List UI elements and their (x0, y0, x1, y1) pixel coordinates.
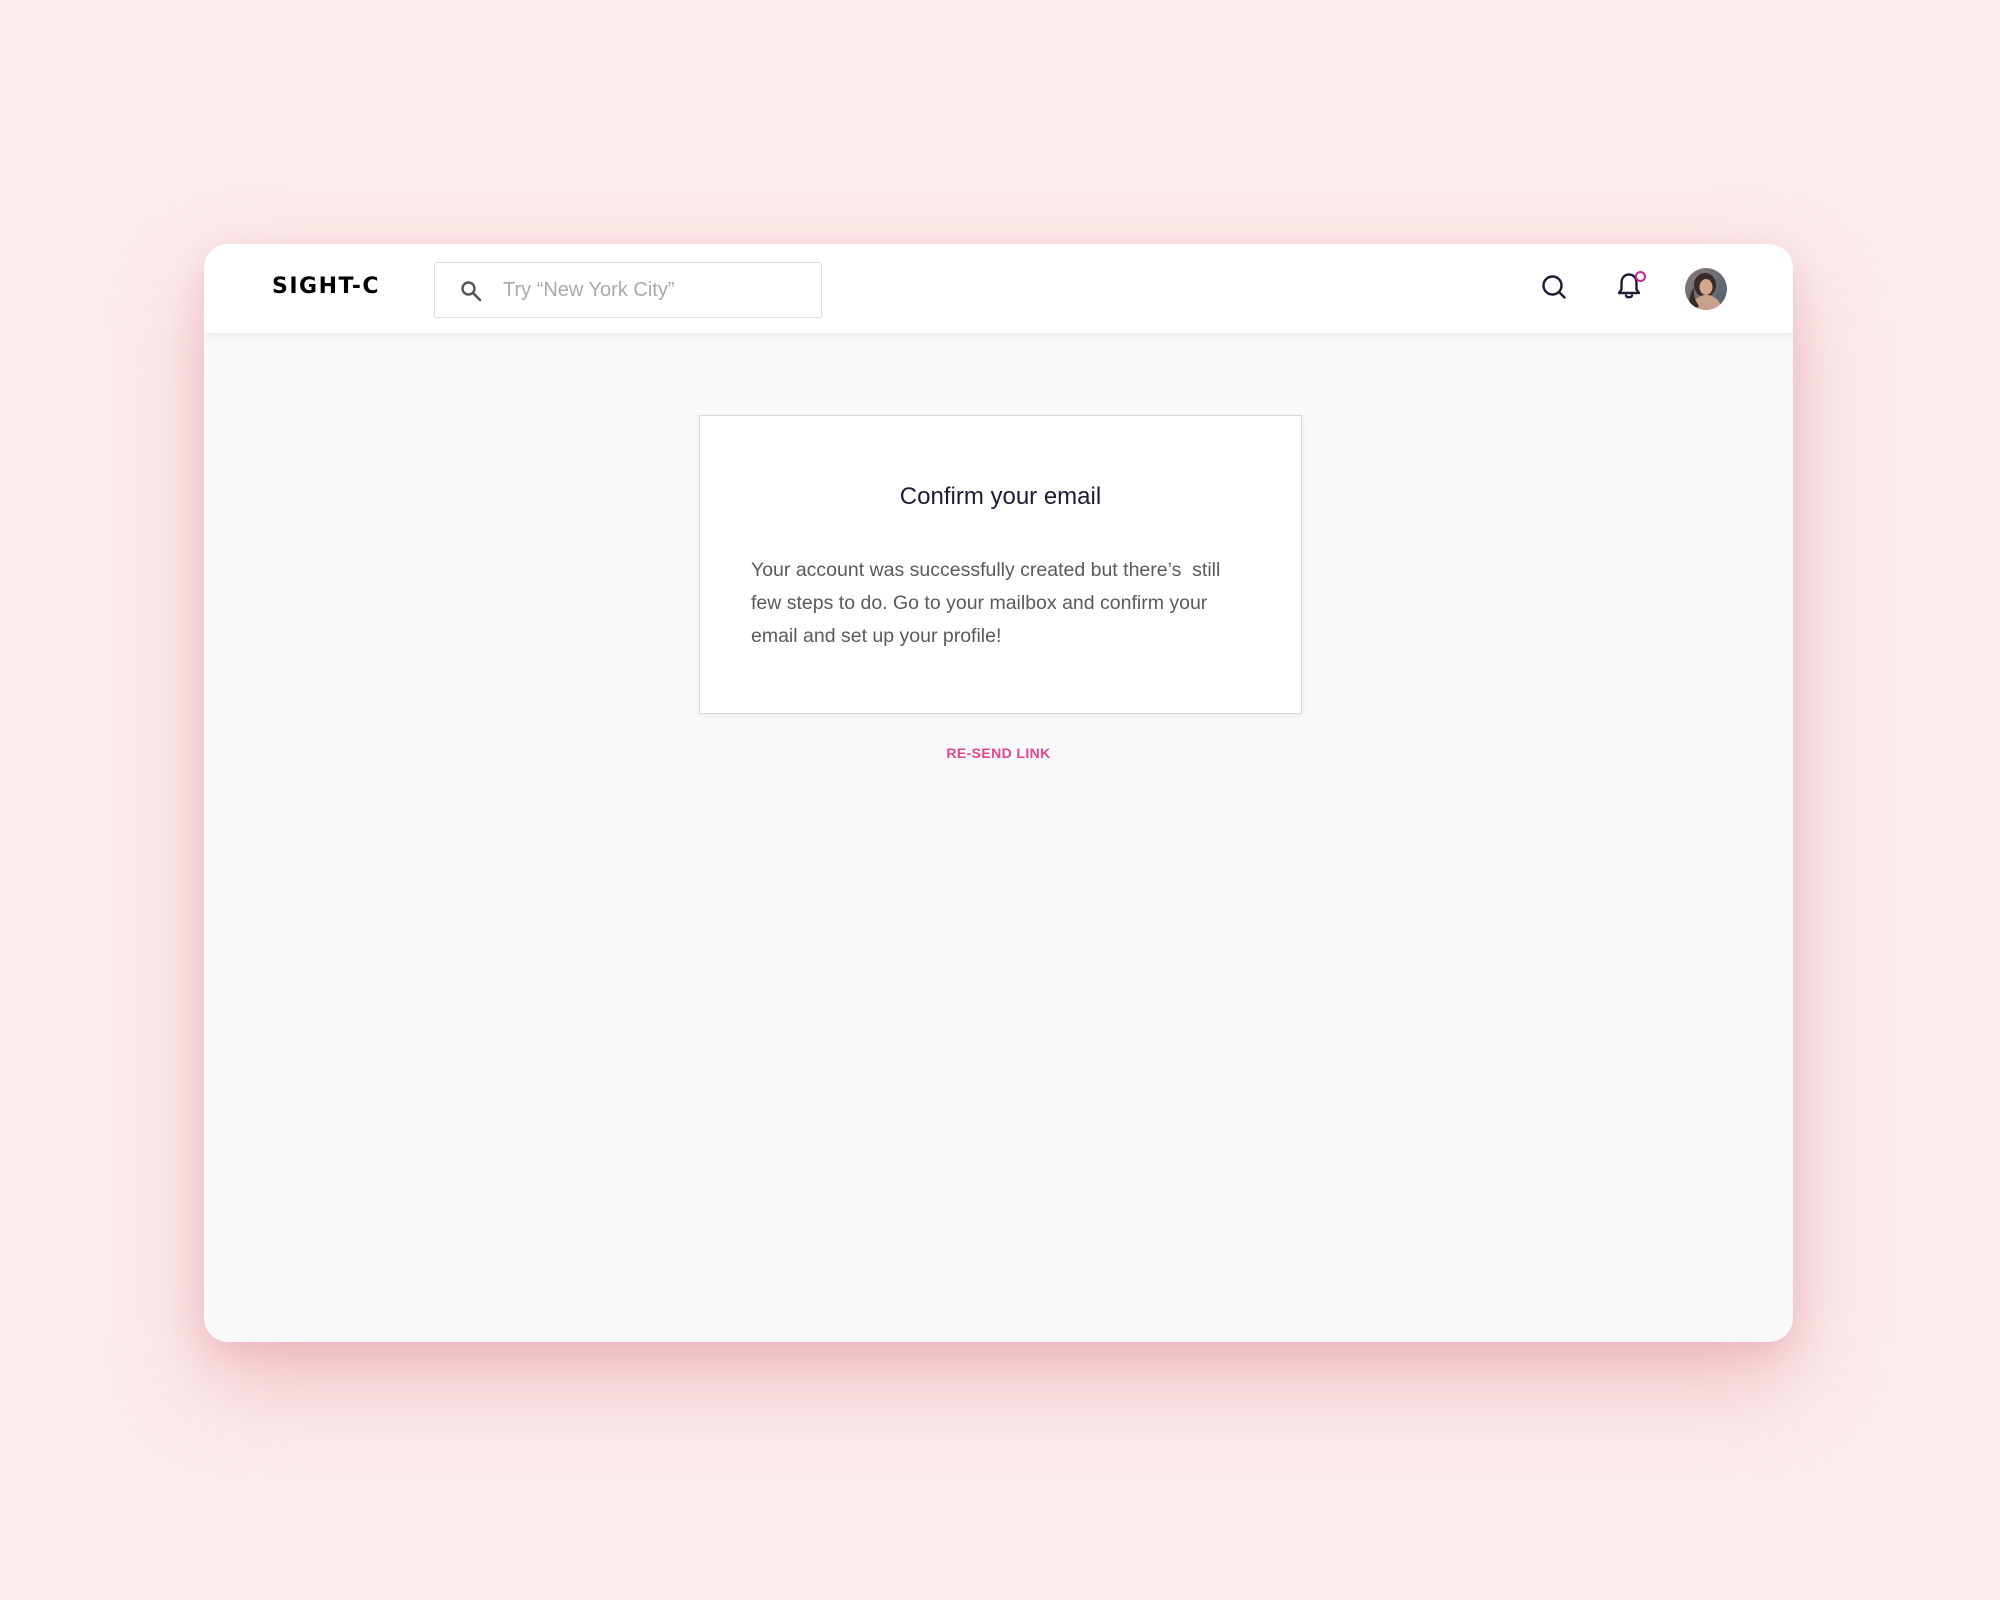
brand-logo[interactable]: SIGHT-C (272, 273, 380, 301)
search-box[interactable] (434, 262, 822, 318)
search-input[interactable] (503, 263, 803, 317)
notification-badge (1635, 271, 1646, 282)
card-title: Confirm your email (899, 483, 1102, 510)
top-navigation-bar: SIGHT-C (204, 244, 1793, 333)
card-message: Your account was successfully created bu… (751, 559, 1221, 647)
search-button[interactable] (1534, 269, 1574, 309)
magnifier-icon (460, 280, 482, 302)
resend-link-button[interactable]: RE-SEND LINK (204, 744, 1793, 762)
user-avatar[interactable] (1685, 268, 1727, 310)
confirm-email-card: Confirm your email Your account was succ… (699, 415, 1302, 714)
app-window: SIGHT-C Try “New York City” Confirm your… (204, 244, 1793, 1342)
search-icon (1540, 273, 1568, 306)
notifications-button[interactable] (1609, 268, 1649, 308)
